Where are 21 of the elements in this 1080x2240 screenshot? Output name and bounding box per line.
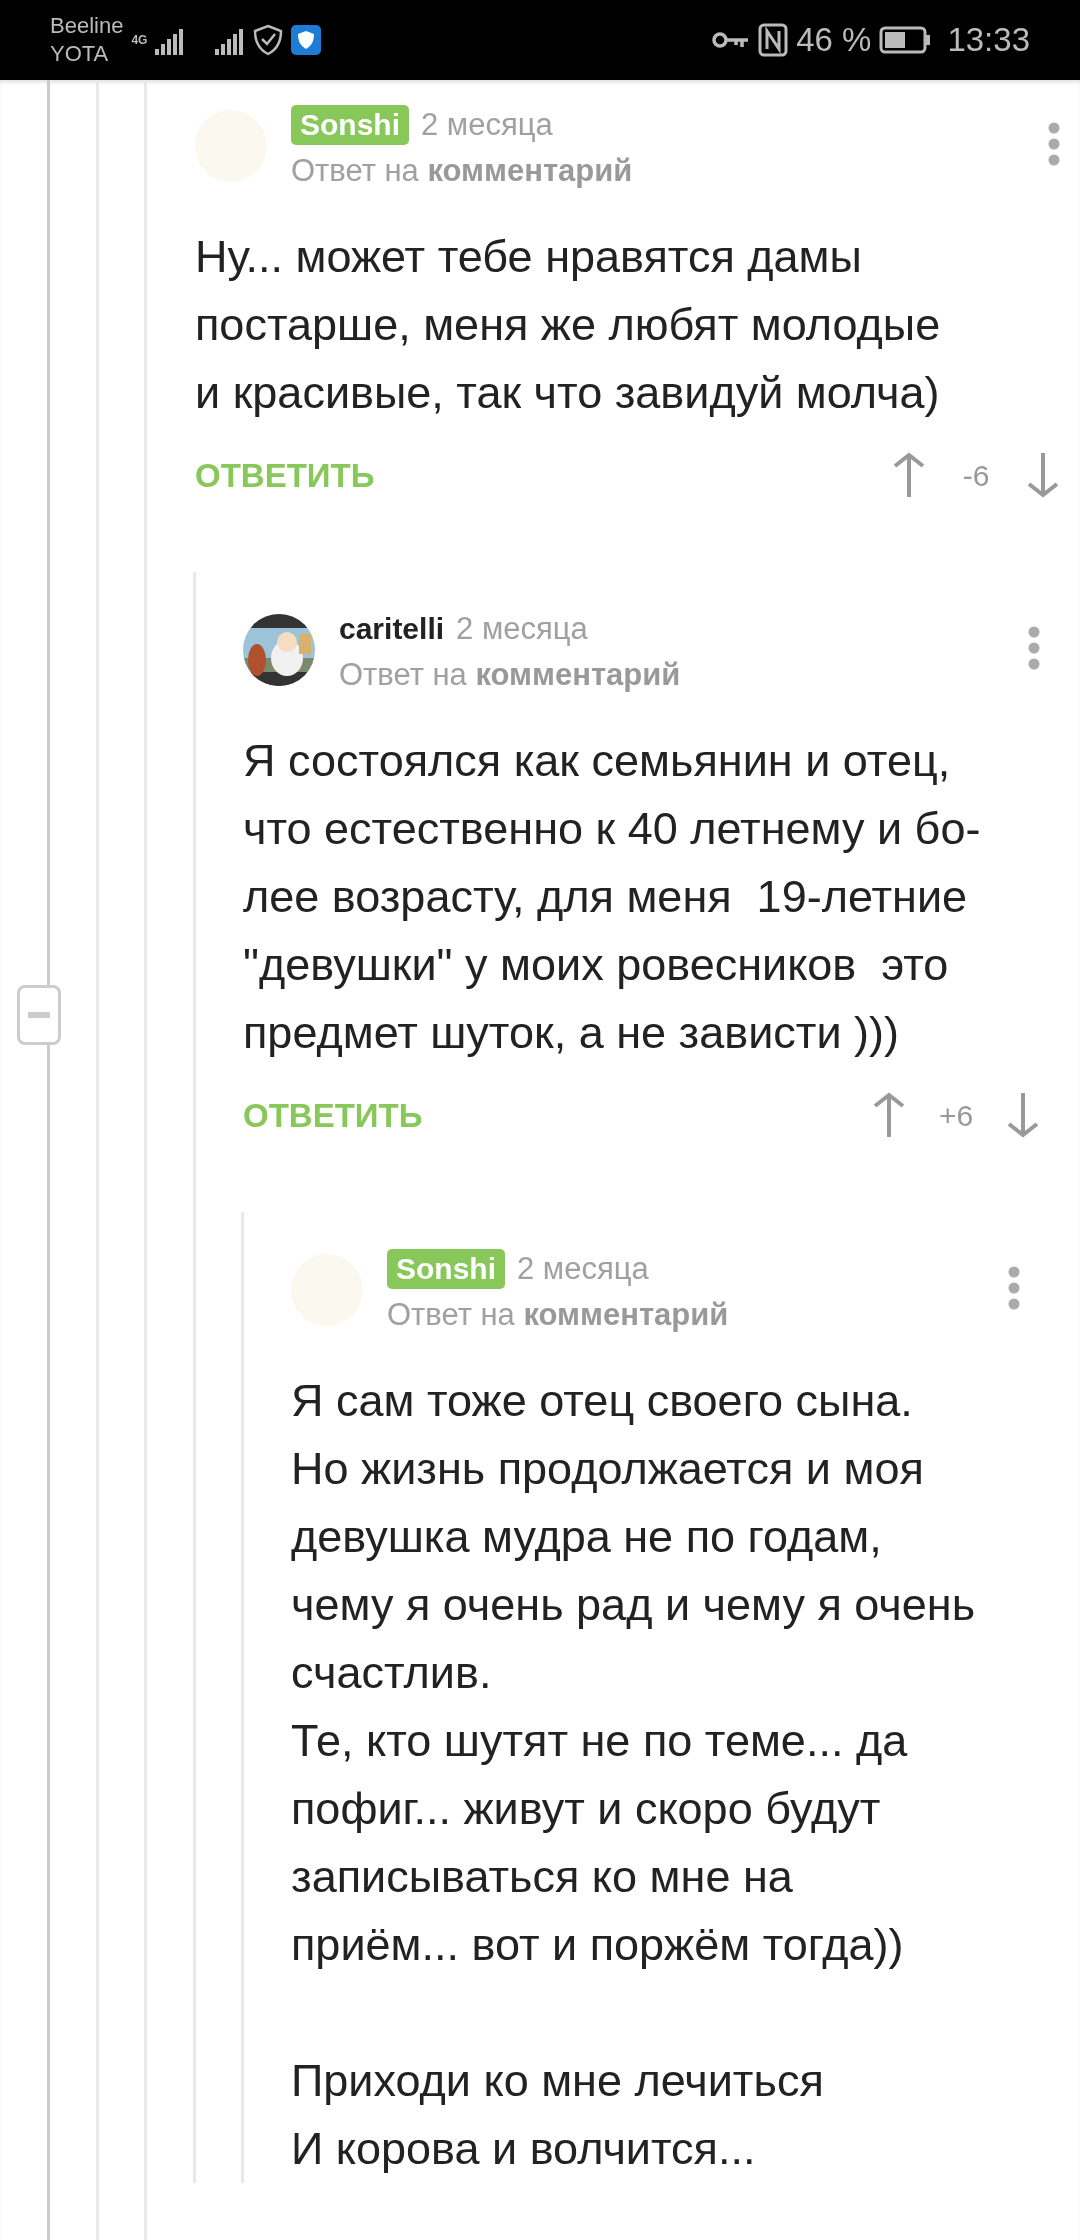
battery-percent: 46 % — [796, 20, 872, 61]
author-badge[interactable]: Sonshi — [291, 105, 409, 146]
reply-to-text: Ответ на комментарий — [387, 1295, 730, 1334]
comment-time: 2 месяца — [456, 610, 588, 648]
comment-time: 2 месяца — [517, 1250, 649, 1288]
vote-score: +6 — [937, 1097, 975, 1134]
network-type: 4G — [131, 32, 148, 49]
vote-score: -6 — [961, 457, 991, 494]
carrier-name: Beeline — [50, 12, 124, 40]
clock-time: 13:33 — [947, 20, 1030, 61]
reply-to-text: Ответ на комментарий — [291, 151, 634, 190]
comment-text: Я состоялся как семьянин и отец, что естественно к 40 летнему и бо- лее возрасту, для меня 19-летние "девушки" у моих ровесников это предмет шуток, а не зависти ))) — [243, 733, 981, 1060]
carrier-name: YOTA — [50, 40, 110, 68]
comment-time: 2 месяца — [421, 106, 553, 144]
author-badge[interactable]: Sonshi — [387, 1249, 505, 1290]
reply-button[interactable]: ОТВЕТИТЬ — [243, 1090, 423, 1140]
author-name[interactable]: caritelli — [339, 609, 445, 650]
comment-text: Ну... может тебе нравятся дамы постарше, меня же любят молодые и красивые, так что завидуй молча) — [195, 229, 941, 420]
comment-text: Я сам тоже отец своего сына. Но жизнь продолжается и моя девушка мудра не по годам, чему я очень рад и чему я очень счастлив. Те, кто шутят не по теме... да пофиг... живут и скоро будут записываться ко мне на приём... вот и поржём тогда)) Приходи ко мне лечиться И корова и волчится... — [291, 1373, 976, 2176]
reply-to-text: Ответ на комментарий — [339, 655, 682, 694]
reply-button[interactable]: ОТВЕТИТЬ — [195, 450, 375, 500]
